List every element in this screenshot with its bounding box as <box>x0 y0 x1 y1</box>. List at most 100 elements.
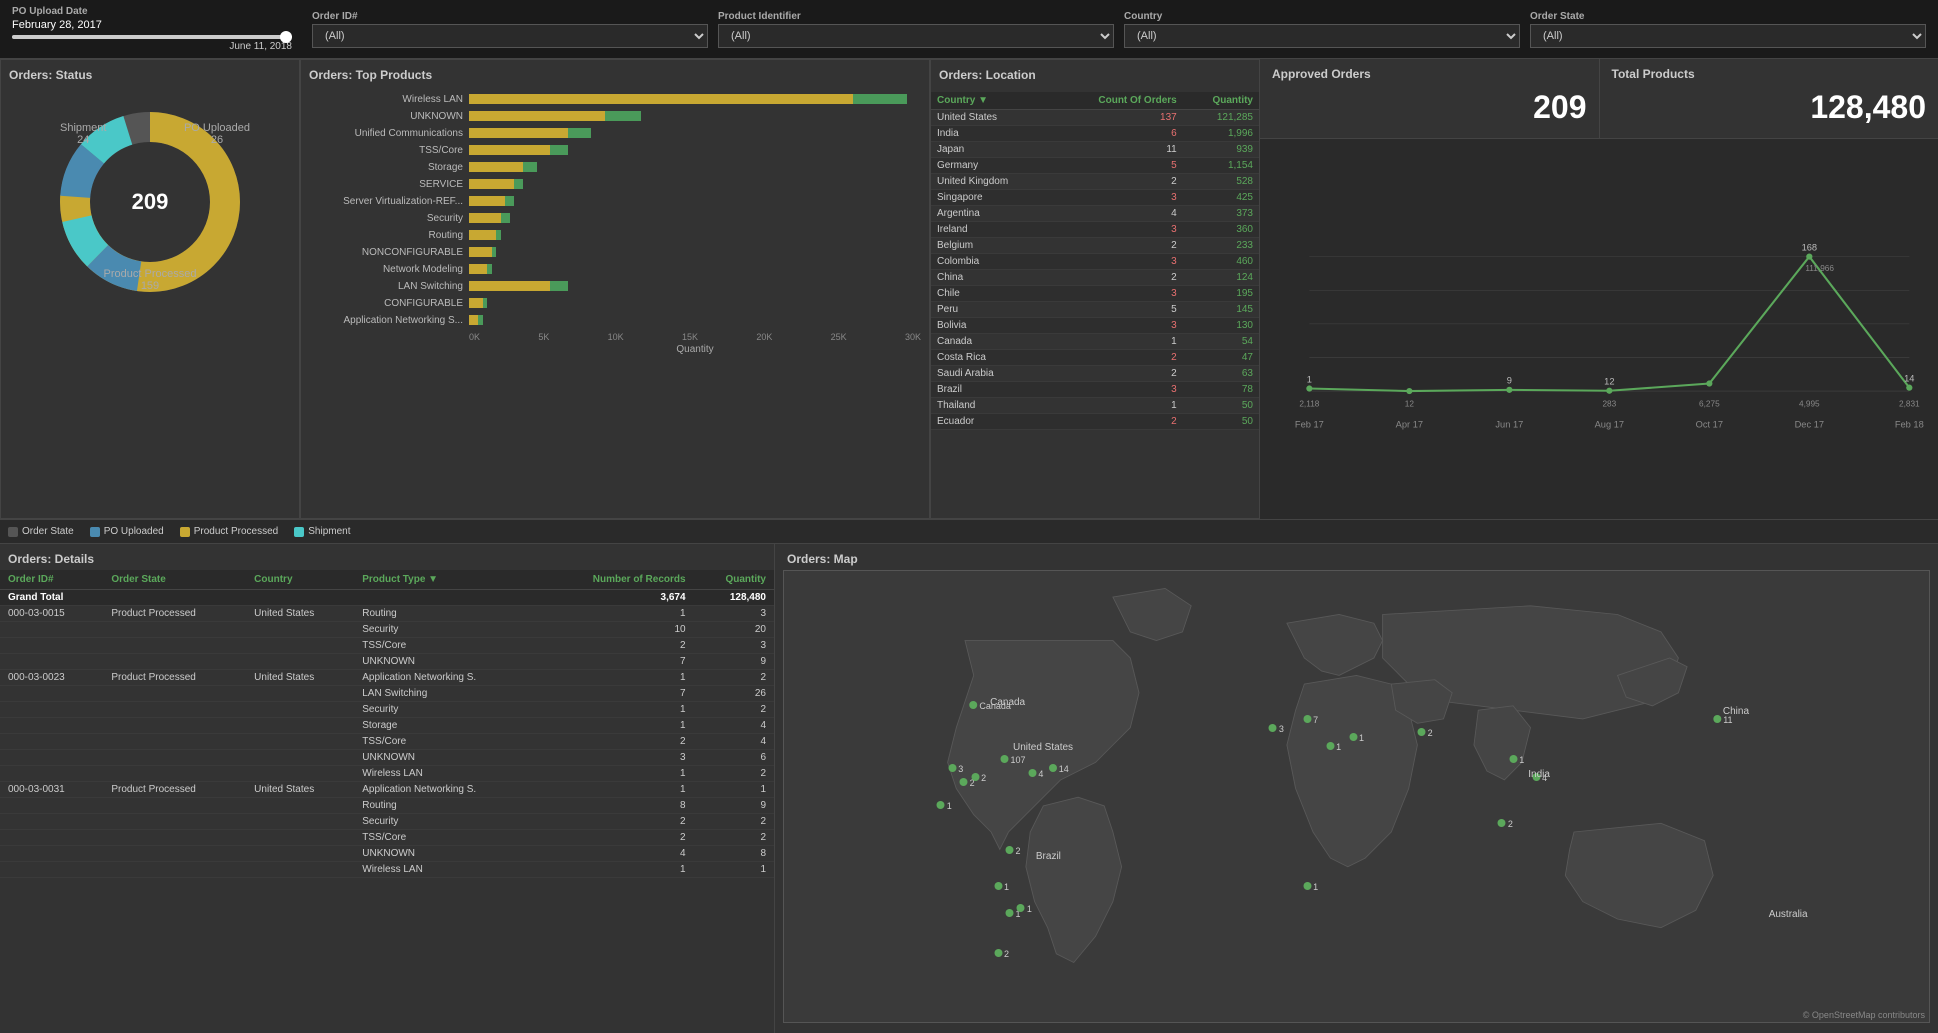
svg-text:2,118: 2,118 <box>1299 400 1319 409</box>
total-products-title: Total Products <box>1612 67 1927 81</box>
bar-row: LAN Switching <box>309 279 921 293</box>
legend-order-state: Order State <box>8 526 74 537</box>
location-quantity: 63 <box>1183 366 1259 382</box>
bar-row: CONFIGURABLE <box>309 296 921 310</box>
svg-text:283: 283 <box>1602 400 1616 409</box>
details-row: Wireless LAN12 <box>0 766 774 782</box>
approved-row: Approved Orders 209 Total Products 128,4… <box>1260 59 1938 139</box>
bar-track <box>469 145 921 155</box>
total-products-panel: Total Products 128,480 <box>1600 59 1938 138</box>
bar-segment-yellow <box>469 94 853 104</box>
bar-label: NONCONFIGURABLE <box>309 247 469 258</box>
product-identifier-select[interactable]: (All) <box>718 24 1114 48</box>
total-products-value: 128,480 <box>1612 89 1927 126</box>
bar-segment-yellow <box>469 111 605 121</box>
line-chart-panel: Feb 17Apr 17Jun 17Aug 17Oct 17Dec 17Feb … <box>1260 139 1938 519</box>
location-country: China <box>931 270 1052 286</box>
bar-segment-green <box>487 264 492 274</box>
bar-segment-green <box>496 230 501 240</box>
bar-row: Server Virtualization-REF... <box>309 194 921 208</box>
bar-row: Network Modeling <box>309 262 921 276</box>
location-orders: 3 <box>1052 254 1183 270</box>
bar-label: Wireless LAN <box>309 94 469 105</box>
location-country: Costa Rica <box>931 350 1052 366</box>
details-scroll[interactable]: Order ID# Order State Country Product Ty… <box>0 570 774 1033</box>
details-row: Security1020 <box>0 622 774 638</box>
product-processed-label: Product Processed 159 <box>104 268 197 292</box>
country-select[interactable]: (All) <box>1124 24 1520 48</box>
location-orders: 11 <box>1052 142 1183 158</box>
location-country: Colombia <box>931 254 1052 270</box>
location-country: Brazil <box>931 382 1052 398</box>
bar-segment-yellow <box>469 145 550 155</box>
location-quantity: 130 <box>1183 318 1259 334</box>
order-id-select[interactable]: (All) <box>312 24 708 48</box>
bar-segment-green <box>568 128 591 138</box>
location-table-row: Chile3195 <box>931 286 1259 302</box>
location-table-row: Brazil378 <box>931 382 1259 398</box>
location-quantity: 939 <box>1183 142 1259 158</box>
legend-order-state-label: Order State <box>22 526 74 537</box>
location-orders: 137 <box>1052 110 1183 126</box>
svg-text:9: 9 <box>1507 376 1512 386</box>
location-quantity: 50 <box>1183 398 1259 414</box>
location-quantity: 47 <box>1183 350 1259 366</box>
bar-row: Application Networking S... <box>309 313 921 327</box>
col-order-id: Order ID# <box>0 570 103 590</box>
bar-track <box>469 230 921 240</box>
location-orders: 1 <box>1052 398 1183 414</box>
bar-segment-yellow <box>469 298 483 308</box>
orders-details-title: Orders: Details <box>8 552 94 566</box>
bar-segment-green <box>478 315 483 325</box>
location-country: Thailand <box>931 398 1052 414</box>
right-panels: Approved Orders 209 Total Products 128,4… <box>1260 59 1938 519</box>
orders-details-panel: Orders: Details Order ID# Order State Co… <box>0 544 775 1033</box>
po-date-label: PO Upload Date <box>12 6 292 17</box>
svg-text:4,995: 4,995 <box>1799 400 1820 409</box>
location-quantity: 121,285 <box>1183 110 1259 126</box>
location-orders: 3 <box>1052 222 1183 238</box>
location-table-row: Japan11939 <box>931 142 1259 158</box>
svg-text:6,275: 6,275 <box>1699 400 1720 409</box>
bar-segment-yellow <box>469 179 514 189</box>
svg-text:Apr 17: Apr 17 <box>1396 419 1423 429</box>
bar-segment-yellow <box>469 128 568 138</box>
location-country: United Kingdom <box>931 174 1052 190</box>
location-country: Canada <box>931 334 1052 350</box>
location-orders: 2 <box>1052 414 1183 430</box>
date-range-slider[interactable] <box>12 35 292 39</box>
order-state-select[interactable]: (All) <box>1530 24 1926 48</box>
bar-label: CONFIGURABLE <box>309 298 469 309</box>
bar-segment-green <box>605 111 641 121</box>
grand-total-row: Grand Total3,674128,480 <box>0 590 774 606</box>
svg-text:12: 12 <box>1405 400 1415 409</box>
location-country: United States <box>931 110 1052 126</box>
bar-segment-yellow <box>469 230 496 240</box>
svg-text:Feb 18: Feb 18 <box>1895 419 1924 429</box>
po-uploaded-label: PO Uploaded 26 <box>184 122 250 146</box>
location-table-row: United Kingdom2528 <box>931 174 1259 190</box>
location-orders: 6 <box>1052 126 1183 142</box>
col-country: Country <box>246 570 354 590</box>
date-range-end: June 11, 2018 <box>229 41 292 52</box>
details-row: Security22 <box>0 814 774 830</box>
bar-row: Storage <box>309 160 921 174</box>
location-country: Peru <box>931 302 1052 318</box>
bar-label: Network Modeling <box>309 264 469 275</box>
svg-text:14: 14 <box>1904 373 1914 383</box>
bar-segment-yellow <box>469 247 492 257</box>
country-filter: Country (All) <box>1124 11 1520 48</box>
bar-track <box>469 247 921 257</box>
order-state-filter: Order State (All) <box>1530 11 1926 48</box>
col-order-state: Order State <box>103 570 246 590</box>
location-quantity: 1,154 <box>1183 158 1259 174</box>
svg-text:168: 168 <box>1802 242 1818 252</box>
bar-track <box>469 128 921 138</box>
location-table-row: Peru5145 <box>931 302 1259 318</box>
bar-row: Routing <box>309 228 921 242</box>
po-upload-date-filter: PO Upload Date February 28, 2017 June 11… <box>12 6 292 52</box>
col-product-type: Product Type ▼ <box>354 570 539 590</box>
location-table-row: United States137121,285 <box>931 110 1259 126</box>
order-state-label: Order State <box>1530 11 1926 22</box>
legend-shipment-dot <box>294 527 304 537</box>
